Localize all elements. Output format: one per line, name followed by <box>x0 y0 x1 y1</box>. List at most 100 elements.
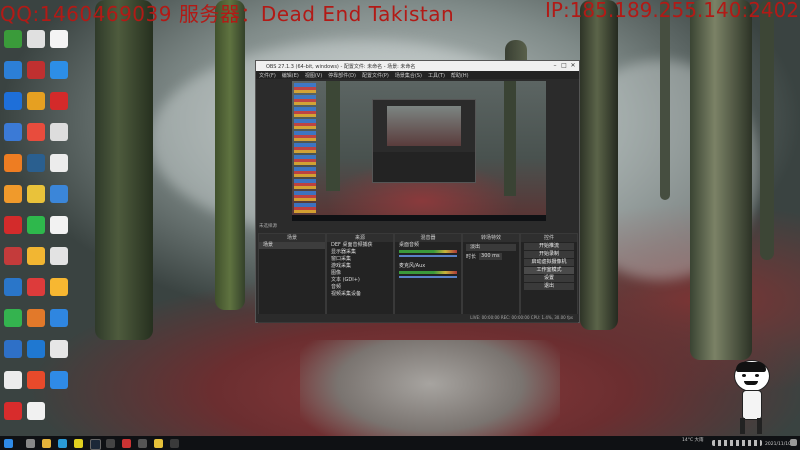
taskbar-app-icon[interactable] <box>154 439 163 448</box>
task-view-icon[interactable] <box>26 439 35 448</box>
obs-preview-canvas[interactable] <box>292 81 546 221</box>
system-tray-icons[interactable] <box>712 440 762 446</box>
source-item[interactable]: DEF 桌面音频捕获 <box>327 242 393 249</box>
transition-duration-label: 时长 <box>466 254 477 260</box>
menu-scene-collection[interactable]: 场景集合(S) <box>395 72 422 79</box>
preview-tree <box>326 81 340 191</box>
mascot-sticker <box>730 360 774 436</box>
menu-view[interactable]: 视图(V) <box>305 72 322 79</box>
desktop-shortcut-icon[interactable] <box>50 154 68 172</box>
scenes-dock-title: 场景 <box>259 234 325 242</box>
desktop-shortcut-icon[interactable] <box>4 154 22 172</box>
desktop-shortcut-icon[interactable] <box>27 92 45 110</box>
source-item[interactable]: 显示器采集 <box>327 249 393 256</box>
transitions-dock-title: 转场特效 <box>463 234 519 242</box>
desktop-shortcut-icon[interactable] <box>4 61 22 79</box>
desktop-shortcut-icon[interactable] <box>50 92 68 110</box>
transition-duration-input[interactable]: 300 ms <box>479 253 502 260</box>
start-recording-button[interactable]: 开始录制 <box>524 251 574 258</box>
desktop-shortcut-icon[interactable] <box>27 154 45 172</box>
menu-help[interactable]: 帮助(H) <box>451 72 469 79</box>
desktop-shortcut-icon[interactable] <box>27 371 45 389</box>
desktop-shortcut-icon[interactable] <box>4 278 22 296</box>
file-explorer-icon[interactable] <box>42 439 51 448</box>
minimize-icon[interactable]: – <box>551 62 559 70</box>
desktop-shortcut-icon[interactable] <box>27 340 45 358</box>
menu-tools[interactable]: 工具(T) <box>428 72 445 79</box>
volume-slider[interactable] <box>399 276 457 278</box>
sources-dock: 来源 DEF 桌面音频捕获 显示器采集 窗口采集 游戏采集 图像 文本 (GDI… <box>326 233 394 323</box>
chrome-icon[interactable] <box>74 439 83 448</box>
start-virtual-camera-button[interactable]: 启动虚拟摄像机 <box>524 259 574 266</box>
obs-window: OBS 27.1.3 (64-bit, windows) - 配置文件: 未命名… <box>255 60 580 323</box>
steam-icon[interactable] <box>90 439 101 450</box>
volume-slider[interactable] <box>399 255 457 257</box>
start-streaming-button[interactable]: 开始推流 <box>524 243 574 250</box>
windows-taskbar: 14°C 大雨 2021/11/10 <box>0 436 800 450</box>
menu-profile[interactable]: 配置文件(P) <box>362 72 389 79</box>
desktop-shortcut-icon[interactable] <box>4 247 22 265</box>
taskbar-app-icon[interactable] <box>138 439 147 448</box>
desktop-shortcut-icon[interactable] <box>27 278 45 296</box>
desktop-shortcut-icon[interactable] <box>50 309 68 327</box>
desktop-shortcut-icon[interactable] <box>27 185 45 203</box>
desktop-shortcut-icon[interactable] <box>27 216 45 234</box>
desktop-shortcut-icon[interactable] <box>4 216 22 234</box>
desktop-shortcut-icon[interactable] <box>4 185 22 203</box>
scene-item[interactable]: 场景 <box>259 242 325 249</box>
taskbar-app-icon[interactable] <box>170 439 179 448</box>
desktop-shortcut-icon[interactable] <box>50 340 68 358</box>
menu-edit[interactable]: 编辑(E) <box>282 72 299 79</box>
source-item[interactable]: 窗口采集 <box>327 256 393 263</box>
audio-meter <box>399 250 457 253</box>
desktop-shortcut-icon[interactable] <box>27 402 45 420</box>
edge-browser-icon[interactable] <box>58 439 67 448</box>
menu-docks[interactable]: 停靠部件(D) <box>328 72 356 79</box>
start-windows-icon[interactable] <box>4 439 13 448</box>
desktop-shortcut-icon[interactable] <box>50 61 68 79</box>
scenes-dock: 场景 场景 <box>258 233 326 323</box>
desktop-shortcut-icon[interactable] <box>4 30 22 48</box>
obs-docks: 未选择源 场景 场景 来源 DEF 桌面音频捕获 显示器采集 窗口采集 游戏采集… <box>256 224 579 323</box>
taskbar-app-icon[interactable] <box>106 439 115 448</box>
desktop-shortcut-icon[interactable] <box>27 309 45 327</box>
settings-button[interactable]: 设置 <box>524 275 574 282</box>
desktop-shortcut-icon[interactable] <box>27 247 45 265</box>
desktop-shortcut-icon[interactable] <box>50 371 68 389</box>
source-item[interactable]: 音频 <box>327 284 393 291</box>
overlay-qq-server-text: QQ:1460469039 服务器：Dead End Takistan <box>0 2 455 26</box>
desktop-shortcut-icon[interactable] <box>50 278 68 296</box>
source-item[interactable]: 游戏采集 <box>327 263 393 270</box>
desktop-shortcut-icon[interactable] <box>50 216 68 234</box>
preview-icon-column <box>294 83 316 213</box>
desktop-shortcut-icon[interactable] <box>50 185 68 203</box>
desktop-shortcut-icon[interactable] <box>4 402 22 420</box>
desktop-shortcut-icon[interactable] <box>27 30 45 48</box>
source-item[interactable]: 视频采集设备 <box>327 291 393 298</box>
desktop-shortcut-icon[interactable] <box>27 61 45 79</box>
desktop-shortcut-icon[interactable] <box>50 247 68 265</box>
close-icon[interactable]: ✕ <box>569 62 577 70</box>
source-item[interactable]: 图像 <box>327 270 393 277</box>
obs-window-title: OBS 27.1.3 (64-bit, windows) - 配置文件: 未命名… <box>266 63 416 70</box>
desktop-shortcut-icon[interactable] <box>4 371 22 389</box>
maximize-icon[interactable]: □ <box>560 62 568 70</box>
desktop-shortcut-icon[interactable] <box>4 123 22 141</box>
desktop-shortcut-icon[interactable] <box>50 30 68 48</box>
desktop-shortcut-icon[interactable] <box>4 92 22 110</box>
taskbar-app-icon[interactable] <box>122 439 131 448</box>
transition-select[interactable]: 淡出 <box>466 244 516 251</box>
desktop-shortcut-icon[interactable] <box>50 123 68 141</box>
weather-widget[interactable]: 14°C 大雨 <box>682 437 704 443</box>
source-item[interactable]: 文本 (GDI+) <box>327 277 393 284</box>
notification-icon[interactable] <box>790 439 797 446</box>
studio-mode-button[interactable]: 工作室模式 <box>524 267 574 274</box>
controls-dock: 控件 开始推流 开始录制 启动虚拟摄像机 工作室模式 设置 退出 <box>520 233 578 323</box>
desktop-shortcut-icon[interactable] <box>27 123 45 141</box>
menu-file[interactable]: 文件(F) <box>259 72 276 79</box>
desktop-shortcut-icon[interactable] <box>4 309 22 327</box>
clock-date[interactable]: 2021/11/10 <box>765 442 791 447</box>
exit-button[interactable]: 退出 <box>524 283 574 290</box>
desktop-shortcut-icon[interactable] <box>4 340 22 358</box>
obs-titlebar[interactable]: OBS 27.1.3 (64-bit, windows) - 配置文件: 未命名… <box>256 61 579 71</box>
